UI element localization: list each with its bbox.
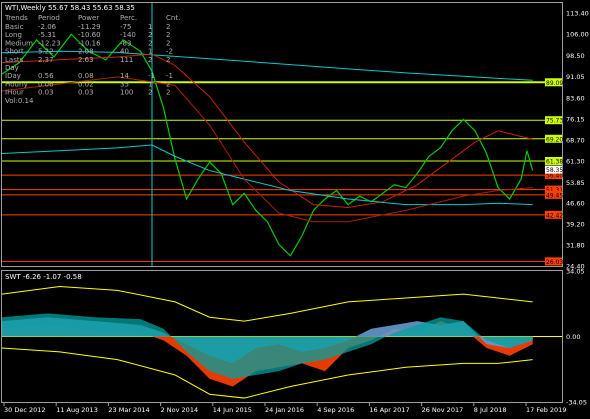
table-cell: -75: [120, 23, 131, 31]
table-header: Trends: [4, 14, 28, 22]
main-chart-title: WTI,Weekly 55.67 58.43 55.63 58.35: [5, 4, 135, 12]
y-tick-label: 68.70: [566, 137, 585, 145]
table-cell: IHour: [5, 89, 24, 97]
table-cell: 100: [120, 89, 133, 97]
table-cell: -12.23: [38, 39, 61, 47]
table-cell: -10.60: [78, 31, 101, 39]
level-label: 49.45: [546, 192, 563, 199]
table-cell: 2: [166, 89, 170, 97]
table-cell: -1: [148, 72, 155, 80]
y-tick-label: 0.00: [566, 333, 580, 341]
table-cell: 0.03: [38, 89, 54, 97]
table-cell: 0.08: [78, 72, 94, 80]
table-header: Power: [78, 14, 99, 22]
level-label: 26.03: [546, 259, 563, 266]
table-cell: -140: [120, 31, 136, 39]
x-tick-label: 14 Jun 2015: [213, 406, 252, 414]
table-cell: Long: [5, 31, 22, 39]
table-cell: 0.56: [38, 72, 54, 80]
table-cell: -10.16: [78, 39, 101, 47]
table-cell: 2.08: [78, 48, 94, 56]
main-y-axis: 113.40 106.00 98.50 91.05 83.60 76.15 68.70 61.…: [566, 10, 589, 271]
table-header: Cnt.: [166, 14, 180, 22]
table-header: Perc.: [120, 14, 137, 22]
table-cell: 40: [120, 48, 129, 56]
x-tick-label: 8 Jul 2018: [474, 406, 507, 414]
table-cell: 0.02: [78, 80, 94, 88]
level-label: 89.09: [546, 80, 563, 87]
y-tick-label: 53.85: [566, 179, 585, 187]
level-label: 69.20: [546, 136, 563, 143]
y-tick-label: 113.40: [566, 10, 589, 18]
y-tick-label: 106.00: [566, 31, 589, 39]
table-cell: 1: [148, 23, 152, 31]
x-tick-label: 26 Nov 2017: [422, 406, 464, 414]
table-cell: -1: [166, 72, 173, 80]
x-tick-label: 11 Aug 2013: [56, 406, 98, 414]
x-tick-label: 16 Apr 2017: [369, 406, 409, 414]
level-label: 61.38: [546, 158, 563, 165]
current-price-label: 58.35: [546, 167, 563, 174]
table-cell: 35: [120, 80, 129, 88]
indicator-title: SWT -6.26 -1.07 -0.58: [5, 273, 82, 281]
level-label: 75.73: [546, 118, 563, 125]
table-cell: 2: [148, 31, 152, 39]
y-tick-label: -34.05: [566, 399, 587, 407]
table-cell: -11.29: [78, 23, 101, 31]
table-cell: 1: [148, 48, 152, 56]
table-cell: 14: [120, 72, 129, 80]
table-cell: -83: [120, 39, 131, 47]
table-cell: 0.03: [78, 89, 94, 97]
x-tick-label: 4 Sep 2016: [317, 406, 354, 414]
table-cell: 2.37: [38, 56, 54, 64]
table-header: Period: [38, 14, 60, 22]
table-cell: 2: [148, 56, 152, 64]
table-footer: Vol:0.14: [5, 97, 34, 105]
table-cell: 5.22: [38, 48, 54, 56]
level-label: 42.42: [546, 212, 563, 219]
table-cell: Short: [5, 48, 24, 56]
y-tick-label: 91.05: [566, 73, 585, 81]
y-tick-label: 98.50: [566, 52, 585, 60]
table-cell: 1: [148, 80, 152, 88]
table-cell: 2.63: [78, 56, 94, 64]
table-cell: Lasts: [5, 56, 24, 64]
y-tick-label: 61.30: [566, 158, 585, 166]
x-tick-label: 2 Nov 2014: [161, 406, 199, 414]
x-tick-label: 30 Dec 2012: [4, 406, 46, 414]
table-cell: 2: [148, 39, 152, 47]
table-cell: Medium: [5, 39, 33, 47]
y-tick-label: 34.05: [566, 268, 585, 276]
table-cell: -5.31: [38, 31, 56, 39]
x-tick-label: 24 Jan 2016: [265, 406, 304, 414]
table-cell: Hourly: [5, 80, 28, 88]
table-cell: 2: [166, 23, 170, 31]
y-tick-label: 83.60: [566, 94, 585, 102]
chart-svg: 89.0975.7369.2061.3856.4051.3149.4542.42…: [1, 2, 589, 414]
x-tick-label: 23 Mar 2014: [108, 406, 149, 414]
table-cell: 2: [166, 39, 170, 47]
table-cell: -2: [166, 48, 173, 56]
x-tick-label: 17 Feb 2019: [526, 406, 566, 414]
y-tick-label: 31.80: [566, 241, 585, 249]
y-tick-label: 76.15: [566, 116, 585, 124]
table-cell: 0.06: [38, 80, 54, 88]
x-axis: 30 Dec 2012 11 Aug 2013 23 Mar 2014 2 Nov 2…: [3, 402, 566, 414]
table-cell: 2: [148, 89, 152, 97]
table-cell: 2: [166, 80, 170, 88]
table-cell: IDay: [5, 72, 21, 80]
table-cell: 2: [166, 31, 170, 39]
indicator-y-axis: 34.05 0.00 -34.05: [566, 268, 587, 407]
table-cell: 111: [120, 56, 133, 64]
table-cell: -2.06: [38, 23, 57, 31]
table-cell: 2: [166, 56, 170, 64]
y-tick-label: 39.20: [566, 220, 585, 228]
table-cell: Day: [5, 64, 19, 72]
table-cell: Basic: [5, 23, 24, 31]
y-tick-label: 46.60: [566, 199, 585, 207]
